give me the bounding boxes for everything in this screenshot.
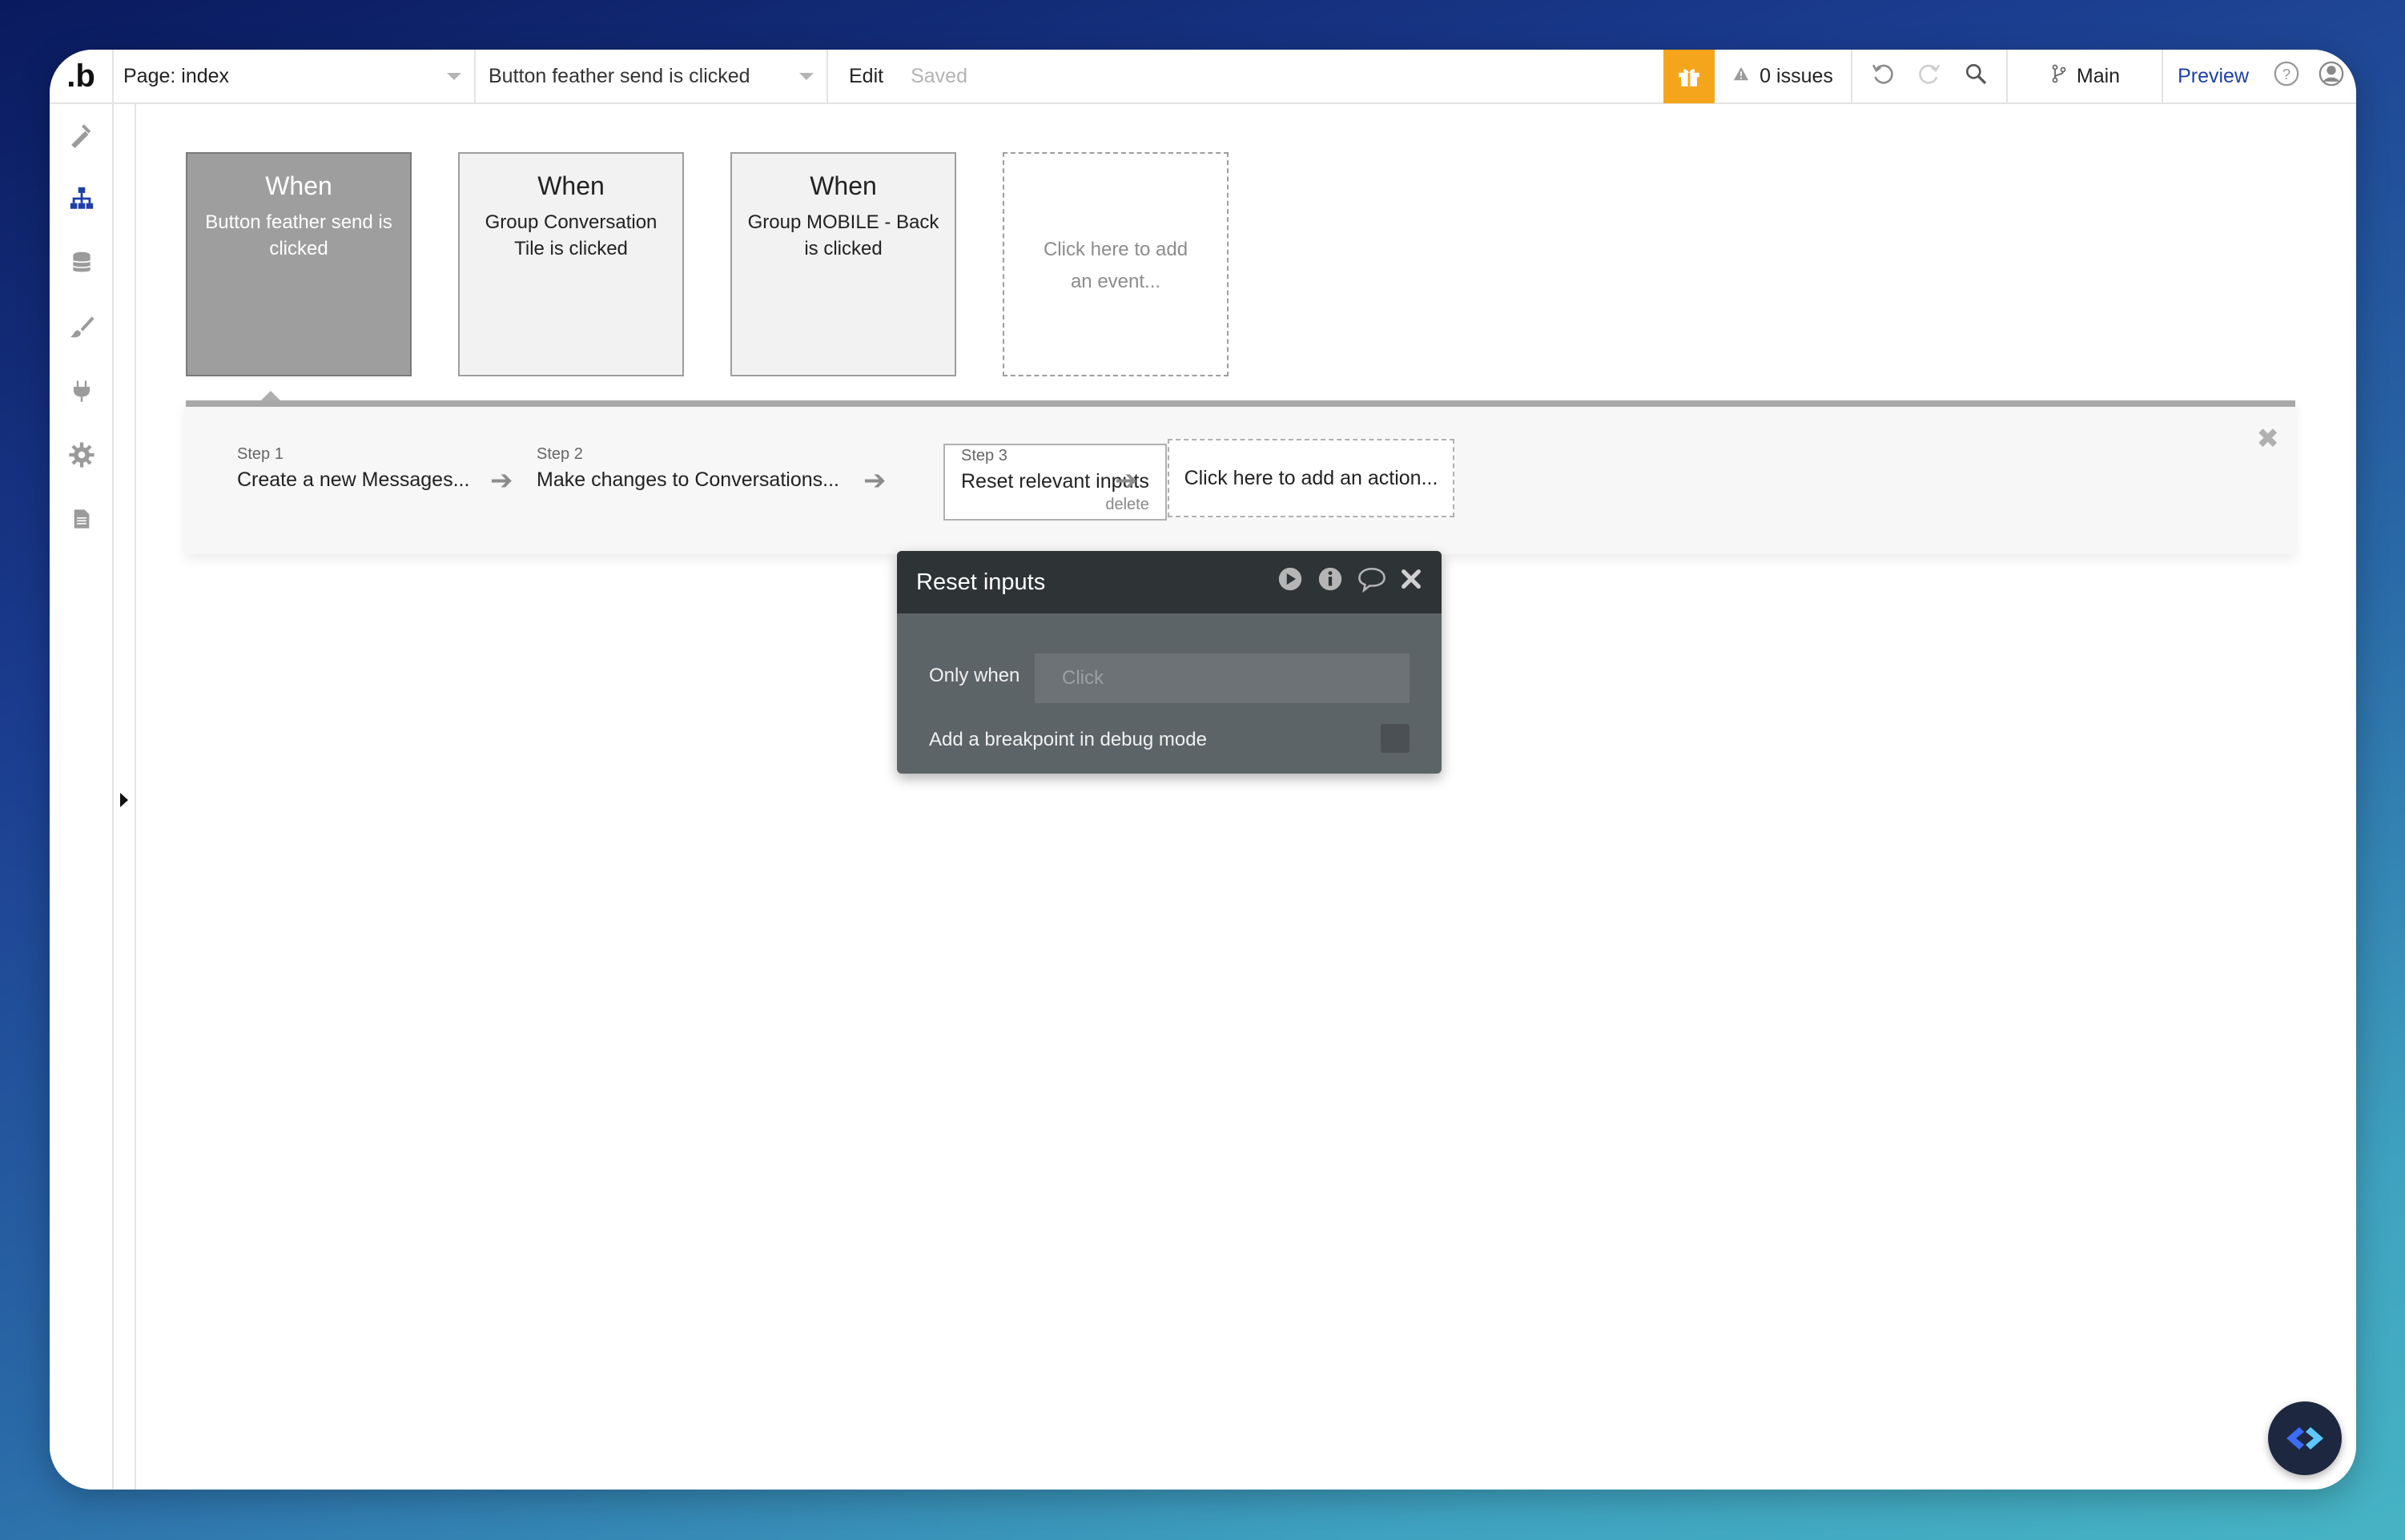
preview-button[interactable]: Preview	[2163, 50, 2262, 103]
expand-panel-icon[interactable]	[120, 793, 128, 807]
event-description: Group MOBILE - Back is clicked	[747, 211, 939, 259]
data-icon[interactable]	[67, 248, 96, 277]
logs-icon[interactable]	[67, 505, 96, 533]
only-when-label: Only when	[929, 665, 1020, 686]
app-window: .b Page: index Button feather send is cl…	[50, 50, 2356, 1490]
search-icon[interactable]	[1963, 61, 1989, 92]
arrow-right-icon: ➔	[1115, 465, 1138, 496]
chevron-down-icon	[799, 73, 814, 80]
branch-icon	[2049, 62, 2069, 90]
close-icon[interactable]	[1400, 568, 1422, 597]
comment-icon[interactable]	[1357, 565, 1387, 599]
event-description: Button feather send is clicked	[205, 211, 392, 259]
panel-header: Reset inputs	[897, 551, 1442, 613]
styles-icon[interactable]	[67, 312, 96, 341]
event-card-group-mobile-back[interactable]: When Group MOBILE - Back is clicked	[730, 152, 956, 376]
add-event-card[interactable]: Click here to add an event...	[1003, 152, 1229, 376]
arrow-right-icon: ➔	[863, 465, 887, 496]
breakpoint-checkbox[interactable]	[1381, 724, 1410, 753]
warning-icon	[1732, 65, 1750, 88]
event-selector-label: Button feather send is clicked	[489, 64, 750, 87]
design-icon[interactable]	[67, 120, 96, 149]
left-sidebar	[50, 104, 114, 1490]
event-description: Group Conversation Tile is clicked	[485, 211, 658, 259]
step-1[interactable]: Step 1 Create a new Messages...	[237, 445, 469, 492]
step-2[interactable]: Step 2 Make changes to Conversations...	[537, 445, 839, 492]
info-icon[interactable]	[1317, 565, 1344, 599]
gift-icon[interactable]	[1663, 50, 1715, 103]
event-card-group-conversation-tile[interactable]: When Group Conversation Tile is clicked	[458, 152, 684, 376]
step-number: Step 1	[237, 445, 284, 463]
history-controls	[1852, 50, 2008, 103]
arrow-right-icon: ➔	[490, 465, 513, 496]
assistant-logo-icon	[2286, 1427, 2323, 1450]
settings-icon[interactable]	[67, 440, 96, 469]
account-controls: ?	[2262, 50, 2356, 103]
event-when-label: When	[537, 171, 605, 200]
event-when-label: When	[265, 171, 332, 200]
issues-count: 0 issues	[1760, 64, 1833, 87]
step-title: Make changes to Conversations...	[537, 468, 839, 491]
close-icon[interactable]: ✖	[2257, 423, 2280, 455]
only-when-condition-input[interactable]: Click	[1035, 653, 1410, 703]
redo-icon[interactable]	[1916, 61, 1942, 92]
branch-selector[interactable]: Main	[2008, 50, 2164, 103]
workflow-steps-bar: ✖ Step 1 Create a new Messages... ➔ Step…	[186, 400, 2295, 554]
branch-label: Main	[2076, 64, 2121, 87]
page-selector[interactable]: Page: index	[114, 50, 476, 103]
step-number: Step 3	[961, 447, 1007, 464]
event-selector[interactable]: Button feather send is clicked	[476, 50, 828, 103]
svg-text:?: ?	[2282, 66, 2290, 82]
step-title: Create a new Messages...	[237, 468, 470, 491]
plugins-icon[interactable]	[67, 376, 96, 405]
breakpoint-label: Add a breakpoint in debug mode	[929, 729, 1207, 750]
delete-step-link[interactable]: delete	[1105, 496, 1149, 514]
panel-title: Reset inputs	[916, 569, 1046, 595]
add-action-button[interactable]: Click here to add an action...	[1168, 439, 1454, 517]
action-properties-panel: Reset inputs Only when Click Add a break…	[897, 551, 1442, 774]
workflow-icon[interactable]	[67, 184, 96, 213]
step-number: Step 2	[537, 445, 583, 463]
help-icon[interactable]: ?	[2273, 60, 2300, 93]
page-selector-label: Page: index	[123, 64, 230, 87]
saved-status: Saved	[911, 64, 967, 87]
add-event-label: Click here to add an event...	[1043, 239, 1188, 292]
floating-assistant-button[interactable]	[2268, 1401, 2342, 1475]
chevron-down-icon	[447, 73, 461, 80]
event-card-button-feather-send[interactable]: When Button feather send is clicked	[186, 152, 412, 376]
edit-menu[interactable]: Edit	[828, 65, 883, 88]
issues-indicator[interactable]: 0 issues	[1715, 50, 1852, 103]
event-when-label: When	[810, 171, 877, 200]
undo-icon[interactable]	[1870, 61, 1896, 92]
bubble-logo[interactable]: .b	[50, 50, 114, 103]
top-bar: .b Page: index Button feather send is cl…	[50, 50, 2356, 104]
account-icon[interactable]	[2318, 60, 2345, 93]
play-icon[interactable]	[1277, 565, 1304, 599]
